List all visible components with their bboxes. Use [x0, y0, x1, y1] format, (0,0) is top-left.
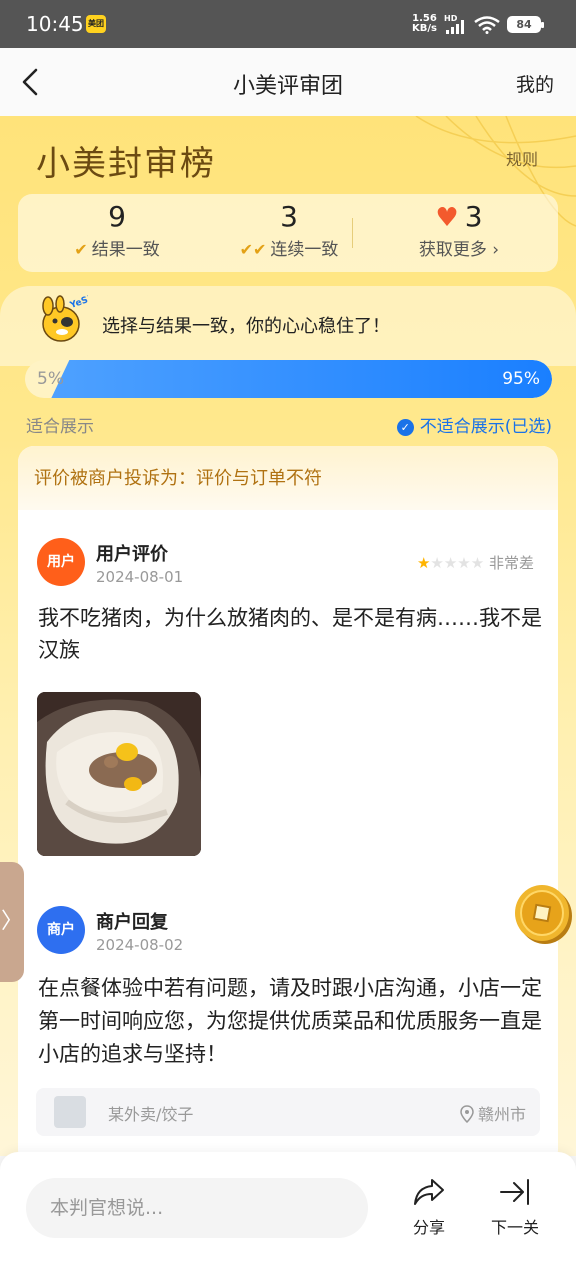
star-icon: ★ [457, 554, 471, 572]
complaint-banner: 评价被商户投诉为：评价与订单不符 [18, 446, 558, 510]
nav-bar: 小美评审团 我的 [0, 48, 576, 116]
option-unsuitable-label: 不适合展示(已选) [419, 417, 552, 437]
option-unsuitable-selected[interactable]: ✓ 不适合展示(已选) [396, 412, 552, 437]
meituan-badge-icon: 美团 [86, 15, 106, 33]
next-level-label: 下一关 [490, 1218, 539, 1237]
rules-link[interactable]: 规则 [506, 146, 538, 170]
star-icon: ★ [443, 554, 458, 572]
user-review-text: 我不吃猪肉，为什么放猪肉的、是不是有病……我不是汉族 [38, 606, 542, 662]
share-icon [414, 1179, 444, 1205]
stat-streak-value: 3 [280, 200, 298, 233]
skip-next-icon [500, 1179, 529, 1205]
review-card: 评价被商户投诉为：评价与订单不符 用户 用户评价 2024-08-01 ★★★★… [18, 446, 558, 1166]
check-icon: ✔ [74, 240, 88, 259]
gold-coin-icon[interactable] [512, 880, 574, 946]
mascot-kangaroo-icon: YeS! [42, 294, 88, 342]
vote-progress-fill [51, 360, 552, 398]
stat-streak-label: 连续一致 [270, 240, 339, 260]
user-review-title: 用户评价 [96, 544, 168, 565]
stats-panel: 9 ✔ 结果一致 3 ✔✔ 连续一致 ♥ 3 获取更多 › [18, 194, 558, 272]
double-check-icon: ✔✔ [239, 240, 267, 259]
option-suitable[interactable]: 适合展示 [26, 412, 94, 437]
star-icon: ★ [470, 554, 485, 572]
bottom-bar: 分享 下一关 [0, 1152, 576, 1280]
shop-location: 赣州市 [460, 1101, 526, 1125]
next-level-button[interactable]: 下一关 [480, 1176, 550, 1238]
stats-divider [352, 218, 353, 248]
share-button[interactable]: 分享 [394, 1176, 464, 1238]
stat-matched-label-row: ✔ 结果一致 [32, 235, 202, 260]
status-time: 10:45 [26, 12, 84, 36]
signal-icon [446, 20, 464, 34]
board-title: 小美封审榜 [36, 144, 216, 184]
stat-matched-value: 9 [108, 200, 126, 233]
my-button[interactable]: 我的 [516, 70, 554, 97]
stat-matched-label: 结果一致 [91, 240, 160, 260]
star-rating: ★★★★★ 非常差 [417, 552, 534, 573]
merchant-reply-text: 在点餐体验中若有问题，请及时跟小店沟通，小店一定第一时间响应您，为您提供优质菜品… [38, 976, 542, 1066]
location-pin-icon [460, 1105, 474, 1124]
rating-text: 非常差 [488, 554, 534, 572]
page-title: 小美评审团 [232, 74, 343, 99]
dumpling-photo-image [37, 692, 201, 856]
stat-hearts[interactable]: ♥ 3 获取更多 › [374, 194, 544, 272]
wifi-icon [474, 16, 500, 34]
stat-hearts-value-row: ♥ 3 [374, 200, 544, 233]
merchant-reply-title: 商户回复 [96, 912, 168, 933]
heart-icon: ♥ [435, 203, 459, 233]
result-message: 选择与结果一致，你的心心稳住了！ [102, 316, 390, 337]
net-speed-unit: KB/s [412, 23, 437, 34]
check-circle-icon: ✓ [396, 419, 414, 436]
star-icon: ★ [416, 554, 431, 572]
review-photo[interactable] [37, 692, 201, 856]
chevron-right-icon: 〉 [0, 909, 23, 934]
mascot-yes-text: YeS! [68, 294, 88, 311]
vote-right-percent: 95% [502, 369, 540, 389]
side-drawer-handle[interactable]: 〉 [0, 862, 24, 982]
battery-indicator: 84 [507, 16, 544, 33]
stat-hearts-value: 3 [464, 200, 483, 233]
stat-matched: 9 ✔ 结果一致 [32, 194, 202, 272]
net-speed: 1.56 KB/s [412, 14, 437, 34]
star-icon: ★ [430, 554, 444, 572]
comment-input[interactable] [26, 1178, 368, 1238]
shop-info[interactable]: 某外卖/饺子 赣州市 [36, 1088, 540, 1136]
merchant-avatar: 商户 [37, 906, 85, 954]
shop-name: 某外卖/饺子 [108, 1105, 194, 1124]
stat-streak-label-row: ✔✔ 连续一致 [204, 235, 374, 260]
merchant-reply-date: 2024-08-02 [96, 936, 184, 954]
share-label: 分享 [412, 1218, 445, 1237]
status-bar: 10:45 美团 1.56 KB/s HD 84 [0, 0, 576, 48]
user-avatar: 用户 [37, 538, 85, 586]
get-more-link[interactable]: 获取更多 › [374, 235, 544, 260]
vote-progress-bar: 5% 95% [25, 360, 552, 398]
shop-location-text: 赣州市 [477, 1105, 526, 1124]
user-review-date: 2024-08-01 [96, 568, 184, 586]
shop-thumbnail-icon [54, 1096, 86, 1128]
stat-streak: 3 ✔✔ 连续一致 [204, 194, 374, 272]
vote-left-percent: 5% [37, 369, 64, 389]
